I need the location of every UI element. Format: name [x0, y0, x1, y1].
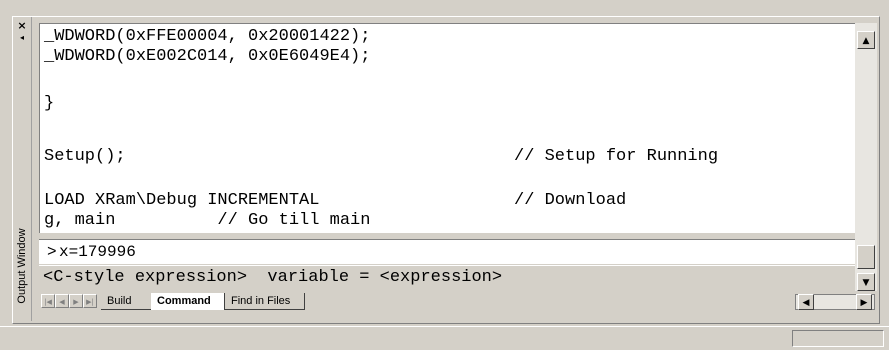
code-line: g, main // Go till main: [44, 211, 371, 230]
tab-bar: |◀ ◀ ▶ ▶| Build Command Find in Files ◀ …: [39, 291, 879, 313]
scroll-thumb[interactable]: [857, 245, 875, 269]
code-comment: // Download: [514, 191, 627, 210]
vertical-scrollbar[interactable]: ▲ ▼: [855, 23, 877, 295]
command-prompt: >: [47, 243, 57, 261]
horizontal-scrollbar[interactable]: ◀ ▶: [795, 294, 875, 310]
scroll-down-button[interactable]: ▼: [857, 273, 875, 291]
code-line: Setup();: [44, 147, 126, 166]
command-output-area[interactable]: _WDWORD(0xFFE00004, 0x20001422); _WDWORD…: [39, 23, 858, 233]
tab-next-button[interactable]: ▶: [69, 294, 83, 308]
tab-last-button[interactable]: ▶|: [83, 294, 97, 308]
command-input[interactable]: > x=179996: [39, 239, 855, 264]
window-title-label: Output Window: [16, 228, 28, 304]
pin-icon[interactable]: ◂: [17, 33, 27, 43]
window-title: Output Window: [14, 217, 30, 317]
code-line: }: [44, 94, 55, 113]
close-icon[interactable]: ×: [17, 20, 27, 31]
scroll-right-button[interactable]: ▶: [856, 294, 872, 310]
code-line: LOAD XRam\Debug INCREMENTAL: [44, 191, 320, 210]
scroll-left-button[interactable]: ◀: [798, 294, 814, 310]
scroll-up-button[interactable]: ▲: [857, 31, 875, 49]
command-input-value[interactable]: x=179996: [59, 240, 136, 264]
code-line: _WDWORD(0xE002C014, 0x0E6049E4);: [44, 47, 371, 66]
syntax-hint-text: <C-style expression> variable = <express…: [43, 268, 503, 287]
tab-build[interactable]: Build: [101, 293, 153, 310]
tab-first-button[interactable]: |◀: [41, 294, 55, 308]
tab-find-in-files[interactable]: Find in Files: [225, 293, 305, 310]
status-panel: [792, 330, 884, 347]
output-window: × ◂ Output Window _WDWORD(0xFFE00004, 0x…: [12, 16, 880, 324]
syntax-hint: <C-style expression> variable = <express…: [39, 265, 855, 290]
tab-prev-button[interactable]: ◀: [55, 294, 69, 308]
tab-command[interactable]: Command: [151, 293, 225, 310]
output-window-side-strip: × ◂ Output Window: [13, 17, 32, 321]
status-bar: [0, 326, 889, 350]
code-comment: // Setup for Running: [514, 147, 719, 166]
code-line: _WDWORD(0xFFE00004, 0x20001422);: [44, 27, 371, 46]
